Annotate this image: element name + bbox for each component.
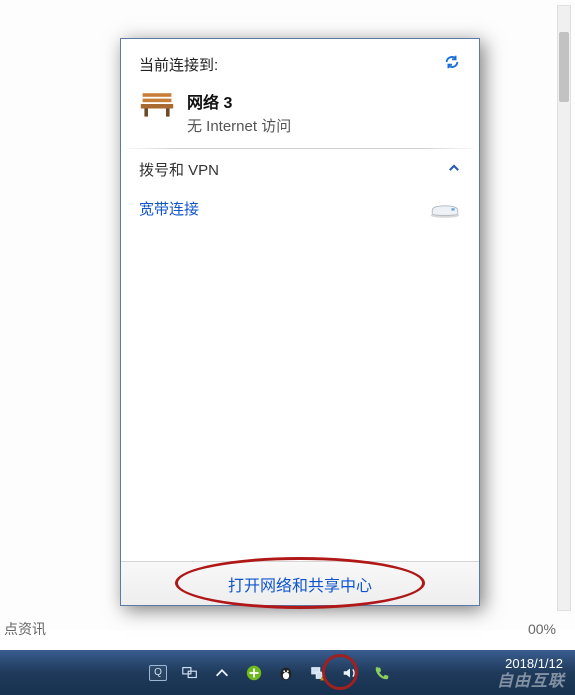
plus-icon [245, 664, 263, 682]
chevron-up-icon [213, 664, 231, 682]
up-arrow-tray-icon[interactable] [209, 660, 235, 686]
connection-status: 无 Internet 访问 [187, 115, 291, 136]
network-flyout: 当前连接到: 网络 3 无 Internet 访问 [120, 38, 480, 606]
chevron-up-icon[interactable] [447, 161, 461, 178]
connection-row[interactable]: 网络 3 无 Internet 访问 [139, 89, 461, 136]
network-tray-icon[interactable] [305, 660, 331, 686]
dialup-vpn-label: 拨号和 VPN [139, 159, 219, 180]
refresh-button[interactable] [443, 53, 461, 75]
open-network-center-link[interactable]: 打开网络和共享中心 [228, 572, 372, 596]
volume-icon [341, 664, 359, 682]
qq-tray-icon[interactable]: Q [145, 660, 171, 686]
current-connection-section: 当前连接到: 网络 3 无 Internet 访问 [121, 39, 479, 148]
scrollbar-thumb[interactable] [559, 32, 569, 102]
phone-icon [373, 664, 391, 682]
phone-tray-icon[interactable] [369, 660, 395, 686]
modem-icon [429, 199, 461, 219]
vertical-scrollbar[interactable] [557, 5, 571, 611]
plus-tray-icon[interactable] [241, 660, 267, 686]
connection-text: 网络 3 无 Internet 访问 [187, 89, 291, 136]
refresh-icon [443, 53, 461, 71]
bench-icon [139, 89, 175, 119]
screens-icon [181, 664, 199, 682]
penguin-icon [277, 664, 295, 682]
network-icon [309, 664, 327, 682]
volume-tray-icon[interactable] [337, 660, 363, 686]
status-left-text: 点资讯 [4, 619, 46, 639]
taskbar: Q 2018/1/12 自由互联 [0, 650, 575, 695]
broadband-link[interactable]: 宽带连接 [139, 198, 199, 219]
status-bar: 点资讯 00% [0, 619, 560, 639]
popup-footer: 打开网络和共享中心 [121, 561, 479, 605]
dialup-vpn-header[interactable]: 拨号和 VPN [121, 149, 479, 190]
screens-tray-icon[interactable] [177, 660, 203, 686]
penguin-tray-icon[interactable] [273, 660, 299, 686]
current-connection-header: 当前连接到: [139, 53, 461, 75]
connection-name: 网络 3 [187, 89, 291, 113]
broadband-item[interactable]: 宽带连接 [121, 190, 479, 223]
taskbar-date[interactable]: 2018/1/12 [505, 656, 563, 671]
current-connection-label: 当前连接到: [139, 54, 218, 75]
qq-icon: Q [149, 665, 167, 681]
popup-spacer [121, 223, 479, 561]
zoom-level: 00% [528, 621, 556, 637]
